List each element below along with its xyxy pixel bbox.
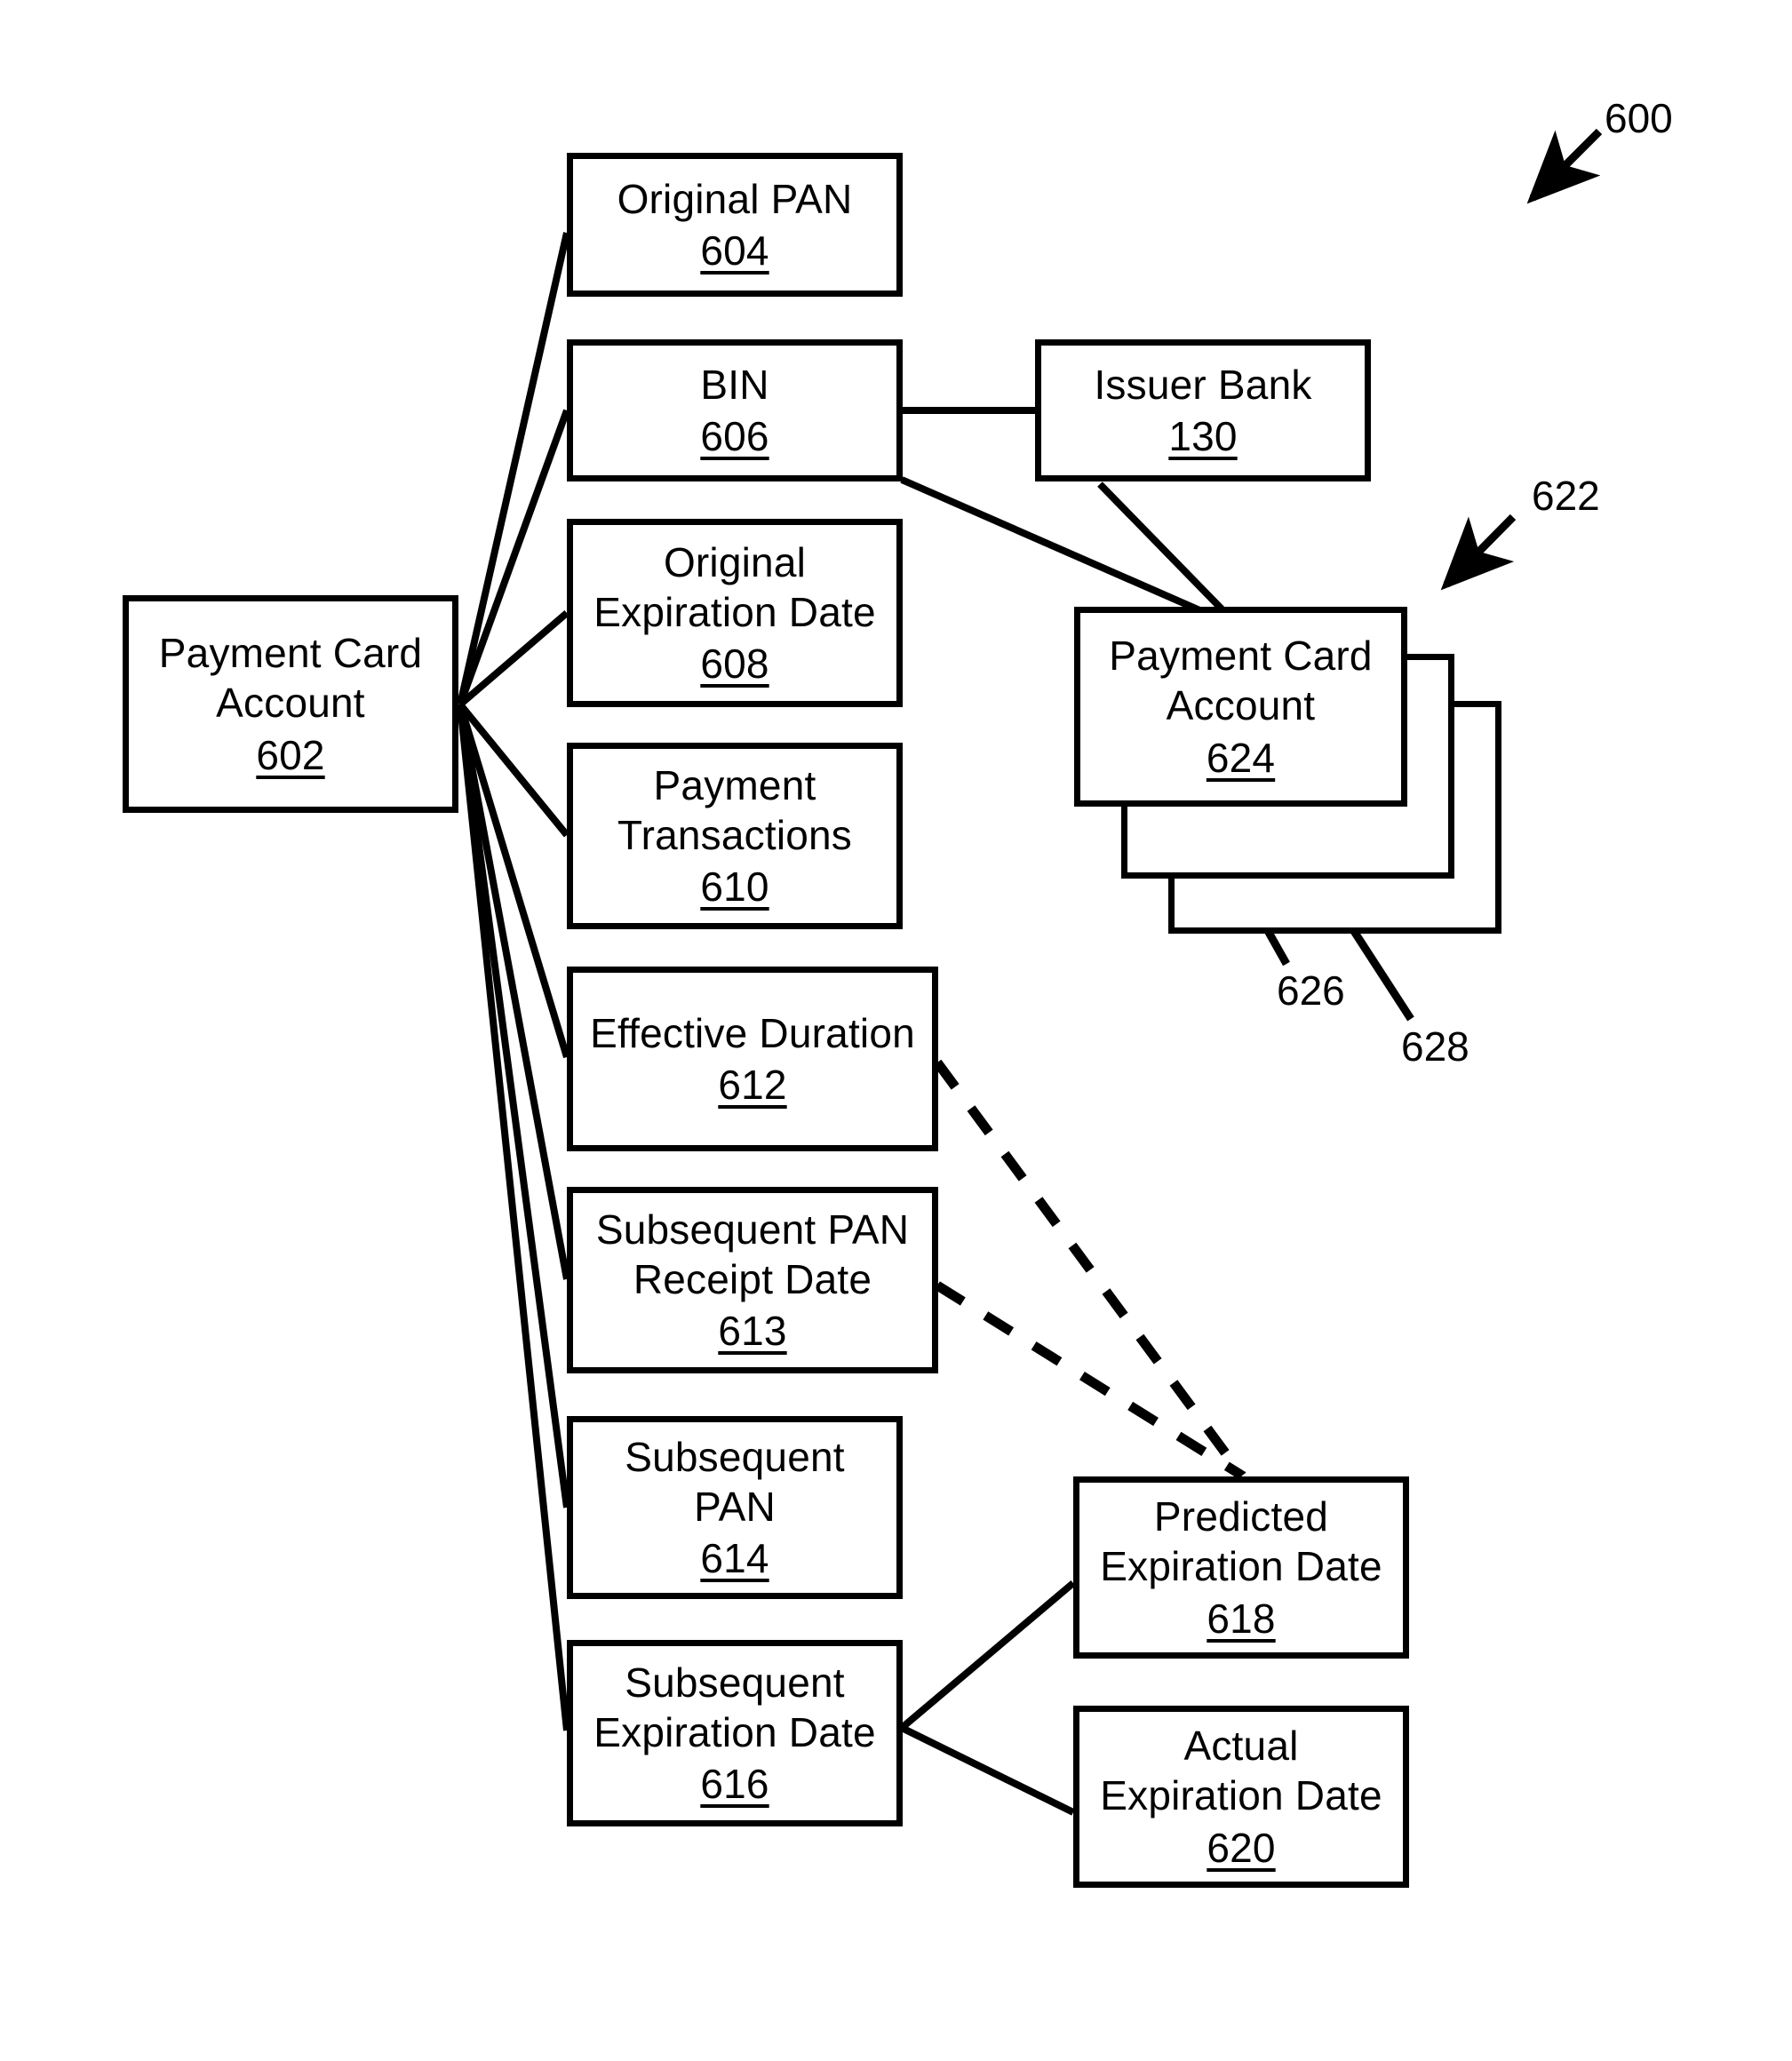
node-reference-number: 613: [718, 1308, 787, 1355]
node-reference-number: 608: [700, 641, 769, 688]
node-title: Original PAN: [617, 175, 853, 222]
node-subsequent-pan-receipt-date-613: Subsequent PAN Receipt Date 613: [567, 1187, 938, 1373]
connector-bin-to-stacked-account: [900, 476, 1242, 632]
node-title: Subsequent PAN: [625, 1433, 845, 1530]
node-reference-number: 616: [700, 1761, 769, 1808]
node-original-expiration-date-608: Original Expiration Date 608: [567, 519, 903, 707]
node-predicted-expiration-date-618: Predicted Expiration Date 618: [1073, 1476, 1409, 1659]
node-stacked-payment-card-account-624: Payment Card Account 624: [1074, 607, 1407, 807]
fanout-from-payment-card-account: [457, 232, 570, 1731]
node-reference-number: 618: [1207, 1595, 1276, 1642]
fanout-subsequent-expiration-date: [899, 1580, 1076, 1816]
node-title: Original Expiration Date: [593, 538, 876, 635]
node-reference-number: 602: [256, 731, 325, 778]
callout-label-622: 622: [1532, 473, 1600, 519]
node-subsequent-expiration-date-616: Subsequent Expiration Date 616: [567, 1640, 903, 1826]
node-title: BIN: [700, 361, 769, 408]
node-reference-number: 624: [1206, 734, 1276, 781]
patent-figure-600: Payment Card Account 602 Original PAN 60…: [0, 0, 1792, 2061]
dashed-connector-receipt-date-to-predicted: [935, 1281, 1245, 1480]
node-title: Payment Transactions: [617, 761, 853, 858]
node-reference-number: 610: [700, 863, 769, 911]
node-reference-number: 130: [1168, 413, 1238, 459]
callout-label-626: 626: [1277, 967, 1345, 1014]
node-payment-card-account-602: Payment Card Account 602: [123, 595, 458, 813]
leader-line-628: [1347, 923, 1414, 1022]
node-bin-606: BIN 606: [567, 339, 903, 481]
node-reference-number: 604: [700, 227, 769, 274]
node-title: Payment Card Account: [158, 630, 423, 727]
node-title: Issuer Bank: [1094, 361, 1312, 408]
node-title: Payment Card Account: [1109, 633, 1373, 729]
node-title: Subsequent PAN Receipt Date: [595, 1206, 910, 1302]
node-title: Actual Expiration Date: [1100, 1723, 1382, 1819]
node-title: Subsequent Expiration Date: [593, 1659, 876, 1755]
node-title: Predicted Expiration Date: [1100, 1493, 1382, 1590]
dashed-connector-effective-duration-to-predicted: [933, 1059, 1246, 1479]
node-effective-duration-612: Effective Duration 612: [567, 967, 938, 1151]
callout-arrow-600: [1526, 128, 1603, 204]
node-reference-number: 614: [700, 1535, 769, 1582]
node-payment-transactions-610: Payment Transactions 610: [567, 743, 903, 929]
node-subsequent-pan-614: Subsequent PAN 614: [567, 1416, 903, 1599]
callout-arrow-622: [1440, 513, 1517, 591]
node-reference-number: 606: [700, 413, 769, 459]
node-issuer-bank-130: Issuer Bank 130: [1035, 339, 1371, 481]
callout-label-628: 628: [1401, 1023, 1469, 1070]
node-actual-expiration-date-620: Actual Expiration Date 620: [1073, 1706, 1409, 1888]
callout-label-600: 600: [1605, 95, 1673, 141]
node-title: Effective Duration: [590, 1009, 915, 1056]
node-reference-number: 620: [1207, 1824, 1276, 1871]
node-original-pan-604: Original PAN 604: [567, 153, 903, 297]
node-reference-number: 612: [718, 1062, 787, 1108]
